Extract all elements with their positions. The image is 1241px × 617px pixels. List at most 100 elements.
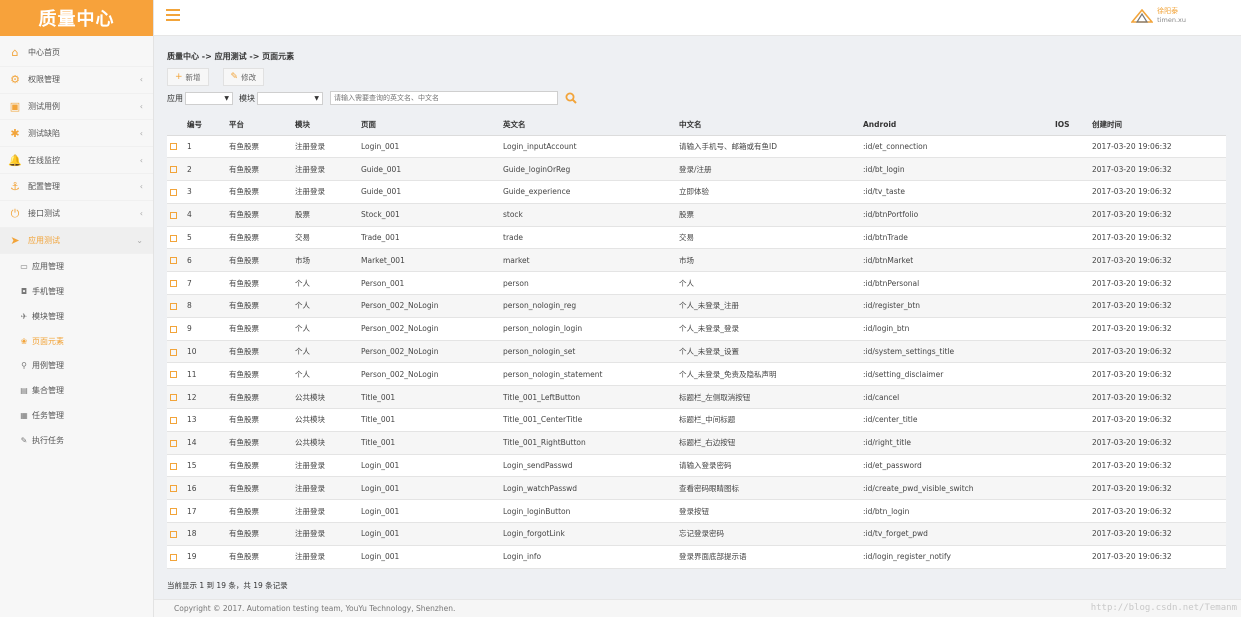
user-profile[interactable]: 徐阳泰 timen.xu [1131,7,1186,25]
table-cell: 6 [187,248,229,273]
table-cell: 19 [187,545,229,569]
row-checkbox[interactable] [170,416,177,424]
column-header[interactable]: Android [863,115,1055,136]
row-checkbox[interactable] [170,394,177,402]
search-button[interactable] [564,91,578,105]
sidebar-subitem-module-manage[interactable]: ✈ 模块管理 [0,304,153,329]
row-checkbox[interactable] [170,188,177,196]
sidebar-subitem-run-task[interactable]: ✎ 执行任务 [0,428,153,453]
column-header[interactable]: 编号 [187,115,229,136]
sidebar-subitem-page-element[interactable]: ❀ 页面元素 [0,329,153,354]
column-header[interactable]: 创建时间 [1092,115,1226,136]
row-select-cell [167,340,187,364]
table-row[interactable]: 18 有鱼股票 注册登录 Login_001 Login_forgotLink 忘记登录密… [167,522,1226,546]
table-row[interactable]: 5 有鱼股票 交易 Trade_001 trade 交易:id/btnTrade 2017-… [167,226,1226,250]
sidebar-subitem-phone-manage[interactable]: ◘ 手机管理 [0,279,153,304]
sidebar-subitem-task-manage[interactable]: ▦ 任务管理 [0,403,153,428]
row-checkbox[interactable] [170,439,177,447]
sidebar-item-api-test[interactable]: ⏻ 接口测试 ‹ [0,201,153,228]
table-header-row: 编号 平台 模块 页面 英文名 中文名 Android IOS 创建时间 [167,115,1226,136]
row-checkbox[interactable] [170,234,177,242]
column-header[interactable]: 模块 [295,115,361,136]
row-checkbox[interactable] [170,485,177,493]
row-checkbox[interactable] [170,553,177,561]
sidebar-item-label: 在线监控 [28,155,60,165]
table-cell [1055,271,1092,296]
row-checkbox[interactable] [170,143,177,151]
table-row[interactable]: 9 有鱼股票 个人 Person_002_NoLogin person_nologin_… [167,317,1226,341]
table-cell: :id/register_btn [863,294,1055,318]
sidebar-item-online-monitor[interactable]: 🔔 在线监控 ‹ [0,147,153,174]
table-cell [1055,180,1092,204]
table-row[interactable]: 19 有鱼股票 注册登录 Login_001 Login_info 登录界面底部提示语:i… [167,545,1226,569]
row-select-cell [167,294,187,318]
table-cell: 有鱼股票 [229,545,295,569]
sidebar-item-test-defect[interactable]: ✱ 测试缺陷 ‹ [0,120,153,148]
row-checkbox[interactable] [170,530,177,538]
table-row[interactable]: 12 有鱼股票 公共模块 Title_001 Title_001_LeftButton 标… [167,385,1226,410]
row-checkbox[interactable] [170,371,177,379]
row-checkbox[interactable] [170,166,177,174]
row-select-cell [167,248,187,273]
brand-title: 质量中心 [0,0,153,36]
row-checkbox[interactable] [170,302,177,310]
row-checkbox[interactable] [170,508,177,516]
row-checkbox[interactable] [170,280,177,288]
sidebar-subitem-usecase-manage[interactable]: ⚲ 用例管理 [0,354,153,379]
table-row[interactable]: 6 有鱼股票 市场 Market_001 market 市场:id/btnMarket 20… [167,248,1226,273]
row-checkbox[interactable] [170,257,177,265]
column-header[interactable]: IOS [1055,115,1092,136]
edit-button[interactable]: ✎ 修改 [222,68,265,86]
table-row[interactable]: 2 有鱼股票 注册登录 Guide_001 Guide_loginOrReg 登录/注册:… [167,157,1226,182]
row-checkbox[interactable] [170,211,177,219]
monitor-icon: ▭ [20,262,28,272]
table-cell: 1 [187,135,229,159]
sidebar-subitem-app-manage[interactable]: ▭ 应用管理 [0,254,153,279]
table-cell [1055,340,1092,364]
table-cell: Stock_001 [361,203,503,227]
row-checkbox[interactable] [170,325,177,333]
table-cell: Login_sendPasswd [503,454,679,478]
table-row[interactable]: 15 有鱼股票 注册登录 Login_001 Login_sendPasswd 请输入登录… [167,454,1226,478]
table-row[interactable]: 16 有鱼股票 注册登录 Login_001 Login_watchPasswd 查看密码… [167,476,1226,501]
sidebar-item-test-case[interactable]: ▣ 测试用例 ‹ [0,94,153,121]
table-cell [1055,454,1092,478]
sidebar-item-app-test[interactable]: ➤ 应用测试 ⌄ [0,227,153,255]
toolbar: + 新增 ✎ 修改 [167,68,265,86]
sidebar-item-permission[interactable]: ⚙ 权限管理 ‹ [0,67,153,94]
row-checkbox[interactable] [170,348,177,356]
table-cell [1055,408,1092,432]
table-cell: Guide_001 [361,180,503,204]
table-row[interactable]: 4 有鱼股票 股票 Stock_001 stock 股票:id/btnPortfolio 2… [167,203,1226,227]
row-select-cell [167,203,187,227]
table-row[interactable]: 13 有鱼股票 公共模块 Title_001 Title_001_CenterTitle… [167,408,1226,432]
table-row[interactable]: 14 有鱼股票 公共模块 Title_001 Title_001_RightButton… [167,431,1226,455]
app-select[interactable]: ▼ [185,91,233,105]
menu-toggle-icon[interactable] [166,9,180,21]
column-header[interactable]: 平台 [229,115,295,136]
column-header[interactable]: 中文名 [679,115,863,136]
table-row[interactable]: 3 有鱼股票 注册登录 Guide_001 Guide_experience 立即体验:i… [167,180,1226,204]
module-select[interactable]: ▼ [257,91,323,105]
table-row[interactable]: 11 有鱼股票 个人 Person_002_NoLogin person_nologin… [167,362,1226,387]
table-cell: 有鱼股票 [229,385,295,410]
table-row[interactable]: 1 有鱼股票 注册登录 Login_001 Login_inputAccount 请输入手… [167,135,1226,159]
row-checkbox[interactable] [170,462,177,470]
table-cell: 9 [187,317,229,341]
table-row[interactable]: 8 有鱼股票 个人 Person_002_NoLogin person_nologin_… [167,294,1226,318]
table-row[interactable]: 10 有鱼股票 个人 Person_002_NoLogin person_nologin… [167,340,1226,364]
table-cell: 注册登录 [295,157,361,182]
table-cell: :id/tv_forget_pwd [863,522,1055,546]
column-header[interactable]: 页面 [361,115,503,136]
column-header[interactable]: 英文名 [503,115,679,136]
table-cell: 查看密码眼睛图标 [679,476,863,501]
table-row[interactable]: 17 有鱼股票 注册登录 Login_001 Login_loginButton 登录按钮… [167,499,1226,524]
table-cell: 有鱼股票 [229,157,295,182]
add-button[interactable]: + 新增 [167,68,209,86]
table-cell [1055,522,1092,546]
sidebar-item-config[interactable]: ⚓ 配置管理 ‹ [0,174,153,201]
table-row[interactable]: 7 有鱼股票 个人 Person_001 person 个人:id/btnPersonal… [167,271,1226,296]
sidebar-item-home[interactable]: ⌂ 中心首页 [0,40,153,67]
sidebar-subitem-suite-manage[interactable]: ▤ 集合管理 [0,378,153,403]
search-input[interactable] [330,91,558,105]
